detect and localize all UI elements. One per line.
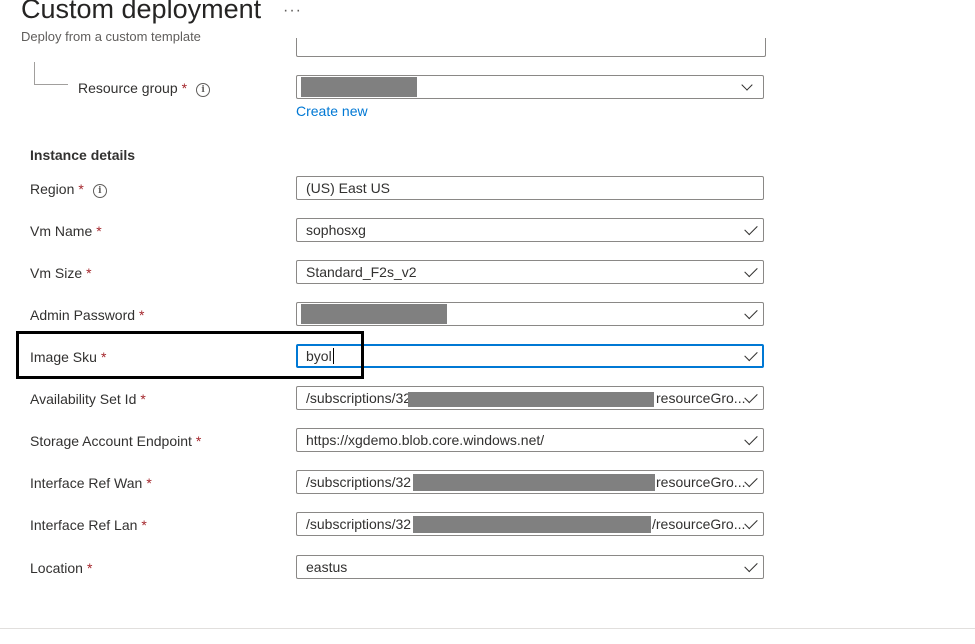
- vm-size-input[interactable]: Standard_F2s_v2: [296, 260, 764, 284]
- checkmark-icon: [744, 347, 758, 362]
- availability-set-id-prefix: /subscriptions/32: [306, 390, 412, 406]
- tree-connector-line: [34, 62, 35, 84]
- required-asterisk: *: [86, 265, 92, 281]
- required-asterisk: *: [195, 433, 202, 449]
- image-sku-input[interactable]: byol: [296, 344, 764, 368]
- required-asterisk: *: [96, 223, 102, 239]
- redacted-value: [413, 516, 651, 533]
- vm-size-value: Standard_F2s_v2: [306, 264, 417, 280]
- checkmark-icon: [744, 263, 758, 278]
- more-options-icon[interactable]: ···: [283, 2, 302, 20]
- storage-account-endpoint-label: Storage Account Endpoint *: [30, 433, 202, 449]
- checkmark-icon: [744, 305, 758, 320]
- vm-name-input[interactable]: sophosxg: [296, 218, 764, 242]
- region-value: (US) East US: [306, 180, 391, 196]
- footer-divider: [0, 628, 975, 629]
- location-input[interactable]: eastus: [296, 555, 764, 579]
- interface-ref-wan-prefix: /subscriptions/32: [306, 474, 412, 490]
- resource-group-dropdown[interactable]: [296, 75, 764, 99]
- redacted-value: [413, 474, 655, 491]
- location-label: Location *: [30, 560, 93, 576]
- create-new-link[interactable]: Create new: [296, 103, 368, 119]
- region-label: Region * i: [30, 181, 107, 198]
- page-title: Custom deployment: [21, 0, 262, 24]
- interface-ref-lan-input[interactable]: /subscriptions/32 /resourceGro...: [296, 512, 764, 536]
- interface-ref-wan-suffix: resourceGro...: [656, 474, 746, 490]
- checkmark-icon: [744, 515, 758, 530]
- section-title-instance-details: Instance details: [30, 147, 136, 163]
- interface-ref-wan-label: Interface Ref Wan *: [30, 475, 152, 491]
- tree-connector-line: [34, 84, 68, 85]
- availability-set-id-label: Availability Set Id *: [30, 391, 146, 407]
- resource-group-label: Resource group * i: [78, 80, 211, 97]
- region-field[interactable]: (US) East US: [296, 176, 764, 200]
- vm-name-value: sophosxg: [306, 222, 366, 238]
- admin-password-label: Admin Password *: [30, 307, 145, 323]
- highlight-box: [16, 331, 364, 379]
- info-icon[interactable]: i: [92, 184, 107, 198]
- required-asterisk: *: [78, 181, 84, 197]
- interface-ref-lan-label: Interface Ref Lan *: [30, 517, 147, 533]
- storage-account-endpoint-value: https://xgdemo.blob.core.windows.net/: [306, 432, 545, 448]
- checkmark-icon: [744, 389, 758, 404]
- required-asterisk: *: [146, 475, 152, 491]
- availability-set-id-suffix: resourceGro...: [656, 390, 746, 406]
- interface-ref-lan-prefix: /subscriptions/32: [306, 516, 412, 532]
- required-asterisk: *: [141, 517, 147, 533]
- info-icon[interactable]: i: [196, 83, 211, 97]
- checkmark-icon: [744, 431, 758, 446]
- admin-password-input[interactable]: [296, 302, 764, 326]
- checkmark-icon: [744, 558, 758, 573]
- required-asterisk: *: [140, 391, 146, 407]
- availability-set-id-input[interactable]: /subscriptions/32 resourceGro...: [296, 386, 764, 410]
- redacted-value: [301, 304, 447, 324]
- subscription-dropdown-partial[interactable]: [296, 38, 766, 57]
- checkmark-icon: [744, 221, 758, 236]
- checkmark-icon: [744, 473, 758, 488]
- vm-name-label: Vm Name *: [30, 223, 102, 239]
- storage-account-endpoint-input[interactable]: https://xgdemo.blob.core.windows.net/: [296, 428, 764, 452]
- required-asterisk: *: [86, 560, 93, 576]
- required-asterisk: *: [139, 307, 145, 323]
- redacted-value: [301, 77, 417, 97]
- interface-ref-wan-input[interactable]: /subscriptions/32 resourceGro...: [296, 470, 764, 494]
- vm-size-label: Vm Size *: [30, 265, 92, 281]
- redacted-value: [408, 392, 654, 407]
- location-value: eastus: [306, 559, 348, 575]
- interface-ref-lan-suffix: /resourceGro...: [652, 516, 746, 532]
- page-subtitle: Deploy from a custom template: [21, 29, 201, 44]
- required-asterisk: *: [181, 80, 188, 96]
- chevron-down-icon[interactable]: [741, 79, 753, 91]
